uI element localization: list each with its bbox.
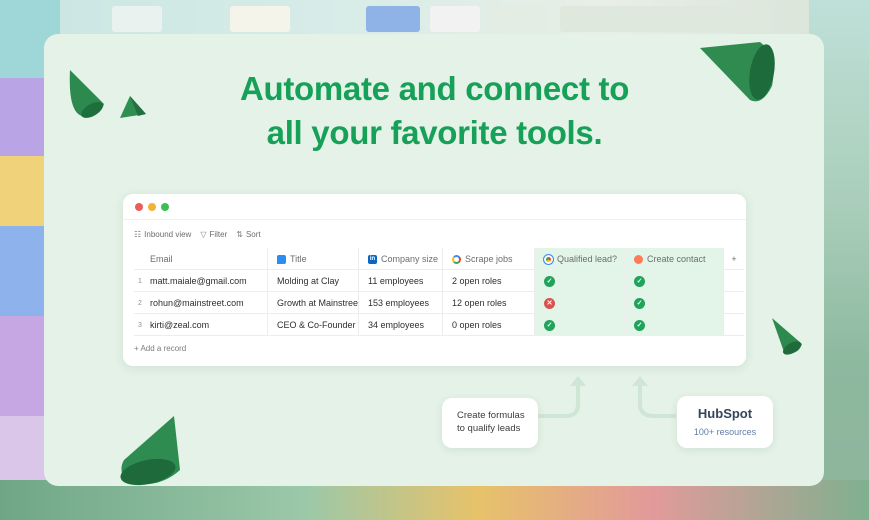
- create-contact-cell[interactable]: ✓: [625, 314, 724, 336]
- scrape-jobs-cell[interactable]: 2 open roles: [443, 270, 535, 292]
- qualified-lead-cell[interactable]: ✕: [535, 292, 625, 314]
- qualified-lead-cell[interactable]: ✓: [535, 314, 625, 336]
- hubspot-resources-label: 100+ resources: [693, 427, 757, 437]
- hubspot-callout[interactable]: HubSpot 100+ resources: [677, 396, 773, 448]
- filter-button[interactable]: ▽ Filter: [200, 230, 227, 239]
- list-view-icon: ☷: [134, 230, 142, 239]
- title-cell[interactable]: Growth at Mainstree: [268, 292, 359, 314]
- formula-callout-line-1: Create formulas: [457, 410, 525, 421]
- checkmark-icon: ✓: [544, 319, 555, 331]
- column-header-create-contact[interactable]: Create contact: [625, 248, 724, 270]
- checkmark-icon: ✓: [634, 297, 645, 309]
- add-record-button[interactable]: + Add a record: [134, 344, 186, 353]
- window-controls: [135, 203, 169, 211]
- company-size-cell[interactable]: 153 employees: [359, 292, 443, 314]
- column-header-qualified-lead[interactable]: Qualified lead?: [535, 248, 625, 270]
- background-tile: [560, 6, 770, 32]
- background-tile: [366, 6, 420, 32]
- sort-icon: ⇅: [236, 230, 243, 239]
- background-tile: [488, 6, 548, 32]
- sort-label: Sort: [245, 230, 261, 239]
- background-tile: [230, 6, 290, 32]
- scrape-jobs-cell[interactable]: 12 open roles: [443, 292, 535, 314]
- email-cell[interactable]: matt.maiale@gmail.com: [146, 270, 268, 292]
- view-label: Inbound view: [144, 230, 192, 239]
- background-tile: [430, 6, 480, 32]
- table-row[interactable]: 1 matt.maiale@gmail.com Molding at Clay …: [134, 270, 744, 292]
- close-dot-icon[interactable]: [135, 203, 143, 211]
- table-header-row: Email Title in Company size Scrape jobs …: [134, 248, 744, 270]
- formula-callout: Create formulas to qualify leads: [442, 398, 538, 448]
- connector-arrows: [538, 376, 676, 418]
- green-cone-decoration: [120, 96, 146, 118]
- qualified-lead-cell[interactable]: ✓: [535, 270, 625, 292]
- checkmark-icon: ✓: [634, 319, 645, 331]
- formula-callout-line-2: to qualify leads: [457, 423, 521, 434]
- table-row[interactable]: 2 rohun@mainstreet.com Growth at Mainstr…: [134, 292, 744, 314]
- company-size-cell[interactable]: 11 employees: [359, 270, 443, 292]
- hubspot-icon: [634, 254, 643, 264]
- green-cone-decoration: [69, 70, 104, 118]
- green-cone-decoration: [120, 416, 180, 486]
- email-cell[interactable]: kirti@zeal.com: [146, 314, 268, 336]
- checkmark-icon: ✓: [634, 275, 645, 287]
- chrome-icon: [543, 253, 554, 265]
- background-tile: [112, 6, 162, 32]
- row-number: 3: [138, 321, 142, 329]
- company-size-cell[interactable]: 34 employees: [359, 314, 443, 336]
- view-selector[interactable]: ☷ Inbound view: [134, 230, 191, 239]
- filter-label: Filter: [209, 230, 228, 239]
- table-toolbar: ☷ Inbound view ▽ Filter ⇅ Sort: [134, 230, 261, 239]
- column-header-scrape-jobs[interactable]: Scrape jobs: [443, 248, 535, 270]
- green-cone-decoration: [700, 42, 775, 102]
- row-number: 1: [138, 277, 142, 285]
- create-contact-cell[interactable]: ✓: [625, 292, 724, 314]
- google-icon: [452, 254, 461, 264]
- linkedin-icon: in: [368, 254, 377, 264]
- column-header-email[interactable]: Email: [134, 248, 268, 270]
- filter-icon: ▽: [200, 230, 207, 239]
- scrape-jobs-cell[interactable]: 0 open roles: [443, 314, 535, 336]
- row-number: 2: [138, 299, 142, 307]
- sort-button[interactable]: ⇅ Sort: [236, 230, 260, 239]
- maximize-dot-icon[interactable]: [161, 203, 169, 211]
- table-row[interactable]: 3 kirti@zeal.com CEO & Co-Founder 34 emp…: [134, 314, 744, 336]
- title-cell[interactable]: CEO & Co-Founder: [268, 314, 359, 336]
- checkmark-icon: ✓: [544, 275, 555, 287]
- table-window: ☷ Inbound view ▽ Filter ⇅ Sort Email Tit…: [123, 194, 746, 366]
- add-column-button[interactable]: +: [724, 248, 744, 270]
- column-header-company-size[interactable]: in Company size: [359, 248, 443, 270]
- hubspot-logo: HubSpot: [697, 406, 753, 421]
- column-header-title[interactable]: Title: [268, 248, 359, 270]
- window-divider: [123, 219, 746, 220]
- email-cell[interactable]: rohun@mainstreet.com: [146, 292, 268, 314]
- x-mark-icon: ✕: [544, 297, 555, 309]
- title-field-icon: [277, 254, 286, 264]
- title-cell[interactable]: Molding at Clay: [268, 270, 359, 292]
- green-cone-decoration: [772, 318, 802, 355]
- minimize-dot-icon[interactable]: [148, 203, 156, 211]
- create-contact-cell[interactable]: ✓: [625, 270, 724, 292]
